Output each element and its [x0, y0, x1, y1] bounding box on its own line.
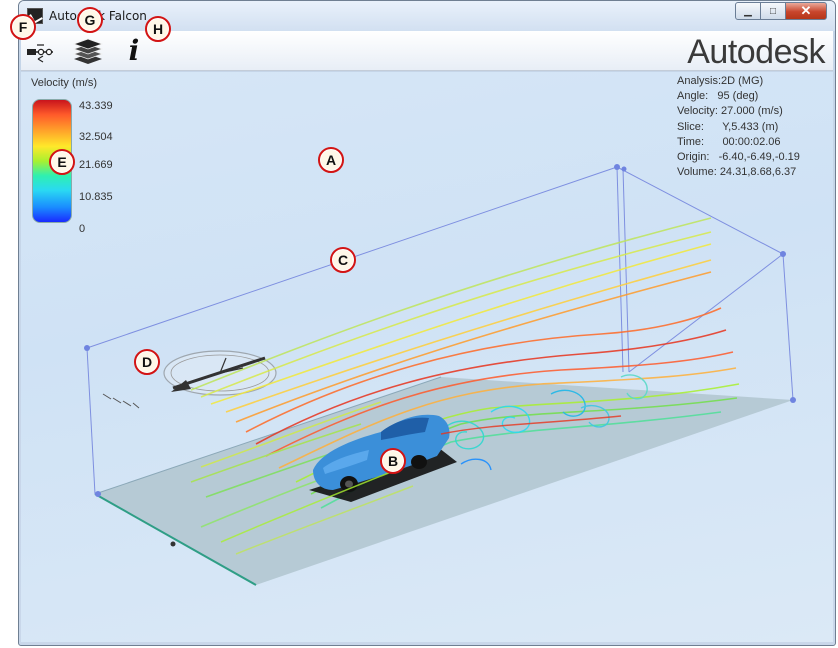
callout-marker-g: G: [77, 7, 103, 33]
stat-label: Angle:: [677, 90, 709, 103]
legend-tick-low: 10.835: [79, 191, 113, 203]
stat-value: 27.000 (m/s): [721, 105, 783, 118]
callout-marker-c: C: [330, 247, 356, 273]
callout-marker-f: F: [10, 14, 36, 40]
callout-marker-a: A: [318, 147, 344, 173]
analysis-info-panel: Analysis:2D (MG) Angle: 95 (deg) Velocit…: [677, 74, 800, 180]
stat-label: Time:: [677, 135, 705, 148]
stat-analysis: Analysis:2D (MG): [677, 74, 800, 89]
stat-origin: Origin: -6.40,-6.49,-0.19: [677, 150, 800, 165]
toolbar: i Autodesk: [21, 31, 833, 71]
window-controls: ▁ □ ✕: [735, 2, 827, 20]
stat-label: Analysis:: [677, 75, 722, 87]
info-icon: i: [128, 34, 140, 67]
title-bar[interactable]: Autodesk Falcon ▁ □ ✕: [19, 1, 835, 31]
callout-marker-h: H: [145, 16, 171, 42]
minimize-button[interactable]: ▁: [735, 2, 761, 20]
stat-value: 2D (MG): [721, 75, 764, 87]
wind-direction-dial: [102, 350, 277, 409]
legend-title: Velocity (m/s): [31, 77, 98, 89]
stat-label: Origin:: [677, 151, 710, 164]
settings-button[interactable]: [23, 35, 57, 67]
settings-icon: [27, 44, 53, 63]
stat-value: Y,5.433 (m): [722, 120, 779, 133]
callout-marker-d: D: [134, 349, 160, 375]
info-button[interactable]: i: [117, 35, 151, 67]
stat-angle: Angle: 95 (deg): [677, 89, 800, 104]
callout-marker-b: B: [380, 448, 406, 474]
stat-label: Velocity:: [677, 105, 718, 118]
callout-marker-e: E: [49, 149, 75, 175]
legend-tick-high: 32.504: [79, 131, 113, 143]
legend-tick-min: 0: [79, 223, 86, 235]
autodesk-logo: Autodesk: [687, 33, 825, 71]
stat-time: Time: 00:00:02.06: [677, 135, 800, 150]
close-button[interactable]: ✕: [785, 2, 827, 20]
layers-button[interactable]: [71, 35, 105, 67]
legend-tick-max: 43.339: [79, 100, 113, 112]
stat-value: 24.31,8.68,6.37: [719, 166, 797, 179]
maximize-button[interactable]: □: [760, 2, 786, 20]
stat-volume: Volume: 24.31,8.68,6.37: [677, 165, 800, 180]
legend-tick-mid: 21.669: [79, 159, 113, 171]
layers-icon: [72, 38, 104, 64]
stat-label: Slice:: [677, 120, 704, 133]
stat-label: Volume:: [677, 166, 717, 179]
stat-value: 95 (deg): [717, 90, 759, 103]
stat-slice: Slice: Y,5.433 (m): [677, 120, 800, 135]
stat-value: 00:00:02.06: [722, 135, 781, 148]
ground-handle: [170, 541, 176, 547]
stat-value: -6.40,-6.49,-0.19: [718, 151, 800, 164]
stat-velocity: Velocity: 27.000 (m/s): [677, 104, 800, 119]
app-window: Autodesk Falcon ▁ □ ✕: [18, 0, 836, 646]
